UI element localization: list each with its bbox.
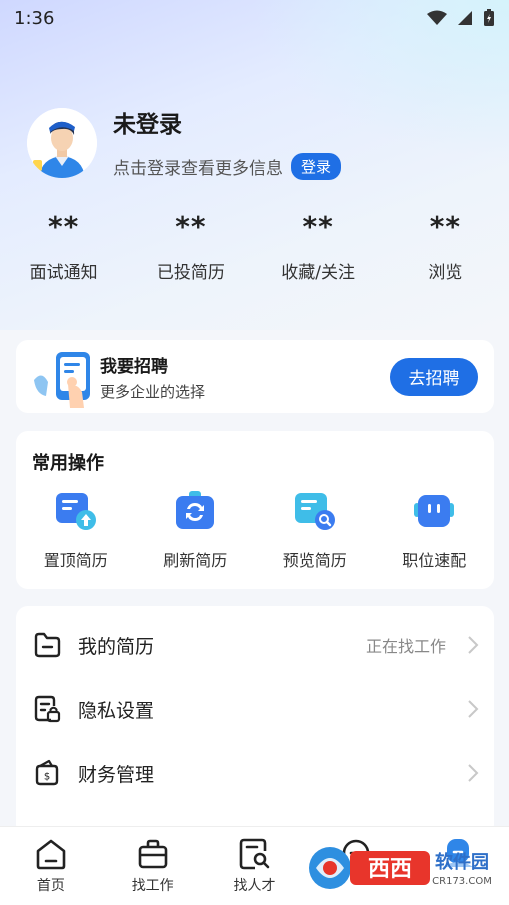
stat-favorites[interactable]: ** 收藏/关注 (255, 210, 382, 283)
status-icons (427, 9, 495, 27)
chevron-right-icon (468, 700, 479, 718)
wifi-icon (427, 10, 447, 25)
tab-label: 找工作 (131, 878, 174, 894)
job-status: 正在找工作 (365, 637, 446, 656)
profile-header[interactable]: 未登录 点击登录查看更多信息 登录 (27, 105, 342, 180)
op-refresh-resume[interactable]: 刷新简历 (136, 489, 256, 571)
briefcase-icon (138, 839, 167, 869)
menu-label: 我的简历 (78, 635, 155, 658)
svg-text:西西: 西西 (368, 857, 412, 882)
signal-icon (458, 11, 472, 25)
stat-value: ** (429, 210, 462, 243)
profile-subtitle: 点击登录查看更多信息 (113, 159, 283, 179)
chevron-right-icon (468, 636, 479, 654)
recruit-title: 我要招聘 (100, 356, 168, 377)
menu-item-finance[interactable]: $ 财务管理 (16, 741, 494, 805)
tab-home[interactable]: 首页 (0, 827, 102, 905)
stats-row: ** 面试通知 ** 已投简历 ** 收藏/关注 ** 浏览 (0, 210, 509, 283)
stat-label: 面试通知 (29, 263, 98, 283)
profile-name: 未登录 (113, 112, 182, 138)
stat-interview[interactable]: ** 面试通知 (0, 210, 127, 283)
menu-label: 隐私设置 (78, 699, 155, 722)
menu-item-privacy[interactable]: 隐私设置 (16, 677, 494, 741)
status-time: 1:36 (14, 7, 55, 29)
menu-card: 我的简历 正在找工作 隐私设置 $ 财务管理 (16, 606, 494, 836)
stat-label: 浏览 (428, 263, 463, 283)
privacy-lock-icon (34, 695, 61, 723)
refresh-resume-icon (176, 491, 215, 529)
tab-find-job[interactable]: 找工作 (102, 827, 204, 905)
svg-text:CR173.COM: CR173.COM (432, 876, 492, 887)
op-label: 预览简历 (282, 551, 347, 570)
stat-label: 收藏/关注 (281, 263, 355, 283)
talent-search-icon (240, 838, 270, 870)
op-label: 职位速配 (402, 551, 467, 570)
login-button[interactable]: 登录 (291, 153, 342, 180)
home-icon (36, 839, 66, 870)
chevron-right-icon (468, 764, 479, 782)
stat-value: ** (175, 210, 207, 243)
stat-value: ** (302, 210, 334, 243)
watermark-logo: 西西 软件园 CR173.COM (306, 842, 496, 894)
op-job-match[interactable]: 职位速配 (375, 489, 495, 571)
tab-find-talent[interactable]: 找人才 (204, 827, 306, 905)
op-pin-resume[interactable]: 置顶简历 (16, 489, 136, 571)
recruit-illustration (28, 340, 100, 413)
avatar[interactable] (27, 107, 97, 178)
stat-label: 已投简历 (156, 263, 225, 283)
op-label: 刷新简历 (163, 551, 228, 570)
menu-label: 财务管理 (78, 763, 155, 786)
common-operations-card: 常用操作 置顶简历 刷新简历 预览简历 职位速配 (16, 431, 494, 589)
tab-label: 找人才 (233, 878, 276, 894)
svg-text:软件园: 软件园 (435, 851, 489, 873)
op-label: 置顶简历 (43, 551, 108, 570)
op-preview-resume[interactable]: 预览简历 (255, 489, 375, 571)
section-title: 常用操作 (32, 453, 104, 474)
go-recruit-button[interactable]: 去招聘 (390, 357, 478, 396)
pin-resume-icon (55, 493, 96, 530)
battery-icon (484, 9, 494, 26)
status-bar: 1:36 (0, 0, 509, 36)
stat-views[interactable]: ** 浏览 (382, 210, 509, 283)
tab-label: 首页 (36, 878, 65, 894)
avatar-illustration (27, 107, 97, 178)
folder-icon (34, 632, 61, 658)
preview-resume-icon (294, 493, 335, 530)
wallet-icon: $ (35, 759, 59, 786)
stat-applied[interactable]: ** 已投简历 (127, 210, 254, 283)
recruit-banner[interactable]: 我要招聘 更多企业的选择 去招聘 (16, 340, 494, 413)
recruit-subtitle: 更多企业的选择 (100, 382, 206, 401)
menu-item-my-resume[interactable]: 我的简历 正在找工作 (16, 613, 494, 677)
job-match-icon (414, 495, 455, 527)
svg-text:$: $ (44, 772, 50, 783)
stat-value: ** (47, 210, 80, 243)
